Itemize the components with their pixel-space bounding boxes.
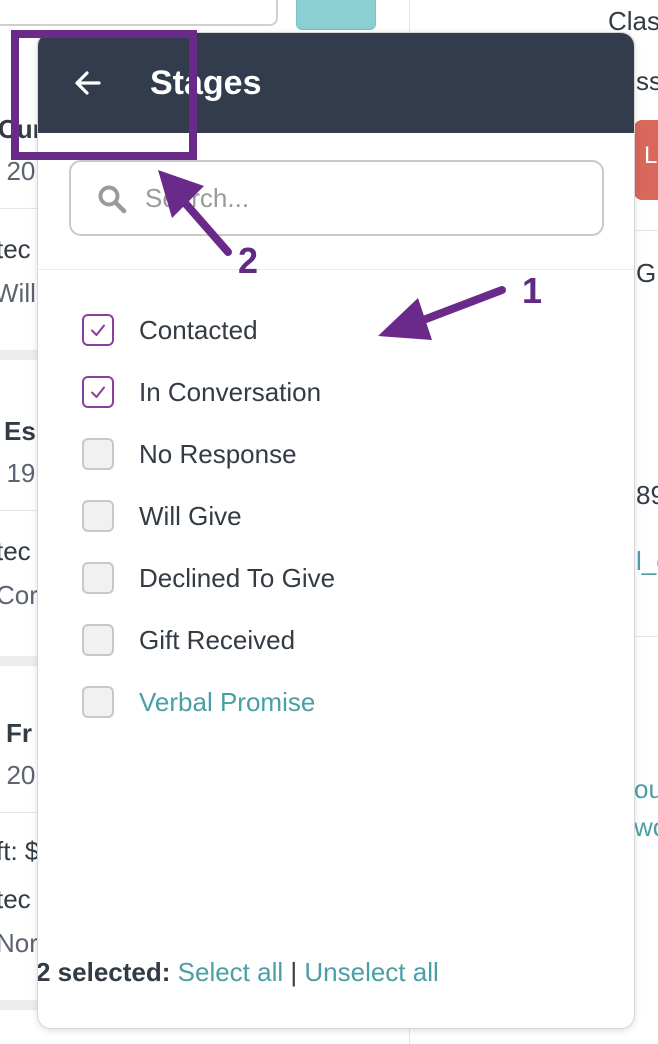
stages-panel: Stages Contacted In Conversation No Resp… bbox=[37, 32, 635, 1029]
bg-item-sub: f 20 bbox=[0, 760, 36, 790]
stage-option-contacted[interactable]: Contacted bbox=[82, 310, 258, 350]
stage-option-gift-received[interactable]: Gift Received bbox=[82, 620, 295, 660]
bg-item-status: Nor bbox=[0, 928, 38, 958]
bg-section-sep bbox=[0, 656, 40, 666]
checkbox-checked[interactable] bbox=[82, 314, 114, 346]
bg-item-sub: f 19 bbox=[0, 458, 36, 488]
bg-item-status: Cor bbox=[0, 580, 38, 610]
bg-section-sep bbox=[0, 1000, 40, 1010]
bg-right-divider bbox=[634, 636, 658, 637]
search-input[interactable] bbox=[145, 178, 575, 218]
stage-label: In Conversation bbox=[139, 376, 322, 407]
bg-right-label: G bbox=[636, 258, 657, 288]
stage-label: No Response bbox=[139, 438, 297, 469]
stage-option-will-give[interactable]: Will Give bbox=[82, 496, 242, 536]
bg-item-title: Fr bbox=[6, 718, 32, 748]
footer-separator: | bbox=[290, 957, 298, 987]
stage-option-no-response[interactable]: No Response bbox=[82, 434, 297, 474]
bg-item-stage: tec bbox=[0, 234, 31, 264]
checkbox-unchecked[interactable] bbox=[82, 438, 114, 470]
bg-divider bbox=[0, 510, 40, 511]
annotation-label-2: 2 bbox=[238, 240, 259, 281]
bg-item-gift: ft: $ bbox=[0, 836, 40, 866]
checkmark-icon bbox=[91, 324, 105, 336]
bg-item-title: Es bbox=[4, 416, 36, 446]
select-all-link[interactable]: Select all bbox=[178, 957, 284, 987]
bg-divider bbox=[0, 208, 40, 209]
search-box[interactable] bbox=[69, 160, 604, 236]
checkbox-unchecked[interactable] bbox=[82, 686, 114, 718]
stage-label: Verbal Promise bbox=[139, 686, 316, 717]
annotation-highlight-box bbox=[11, 30, 197, 160]
bg-right-value: 89 bbox=[636, 480, 658, 510]
stage-label: Declined To Give bbox=[139, 562, 336, 593]
checkmark-icon bbox=[91, 386, 105, 398]
selection-footer: 2 selected: Select all | Unselect all bbox=[37, 957, 439, 988]
stage-option-declined-to-give[interactable]: Declined To Give bbox=[82, 558, 335, 598]
checkbox-unchecked[interactable] bbox=[82, 624, 114, 656]
checkbox-unchecked[interactable] bbox=[82, 562, 114, 594]
checkbox-unchecked[interactable] bbox=[82, 500, 114, 532]
bg-right-link[interactable]: l_c bbox=[636, 546, 658, 576]
background-input[interactable] bbox=[0, 0, 278, 26]
stage-label: Contacted bbox=[139, 314, 258, 345]
bg-item-sub: f 20 bbox=[0, 156, 36, 186]
checkbox-checked[interactable] bbox=[82, 376, 114, 408]
bg-divider bbox=[0, 812, 40, 813]
bg-item-status: Will bbox=[0, 278, 36, 308]
annotation-label-1: 1 bbox=[522, 270, 543, 311]
stage-option-verbal-promise[interactable]: Verbal Promise bbox=[82, 682, 315, 722]
stage-label: Gift Received bbox=[139, 624, 296, 655]
bg-right-link[interactable]: ou bbox=[634, 774, 658, 804]
bg-red-button[interactable]: L bbox=[634, 120, 658, 200]
background-teal-button[interactable] bbox=[296, 0, 376, 30]
bg-item-stage: tec bbox=[0, 536, 31, 566]
bg-right-label: ss bbox=[636, 66, 658, 96]
unselect-all-link[interactable]: Unselect all bbox=[304, 957, 438, 987]
stage-option-in-conversation[interactable]: In Conversation bbox=[82, 372, 321, 412]
bg-item-stage: tec bbox=[0, 884, 31, 914]
bg-right-link[interactable]: wo bbox=[634, 812, 658, 842]
selected-count: 2 selected: bbox=[37, 957, 171, 987]
stage-label: Will Give bbox=[139, 500, 242, 531]
bg-section-sep bbox=[0, 350, 40, 360]
search-icon bbox=[98, 185, 127, 214]
panel-divider bbox=[38, 269, 634, 270]
